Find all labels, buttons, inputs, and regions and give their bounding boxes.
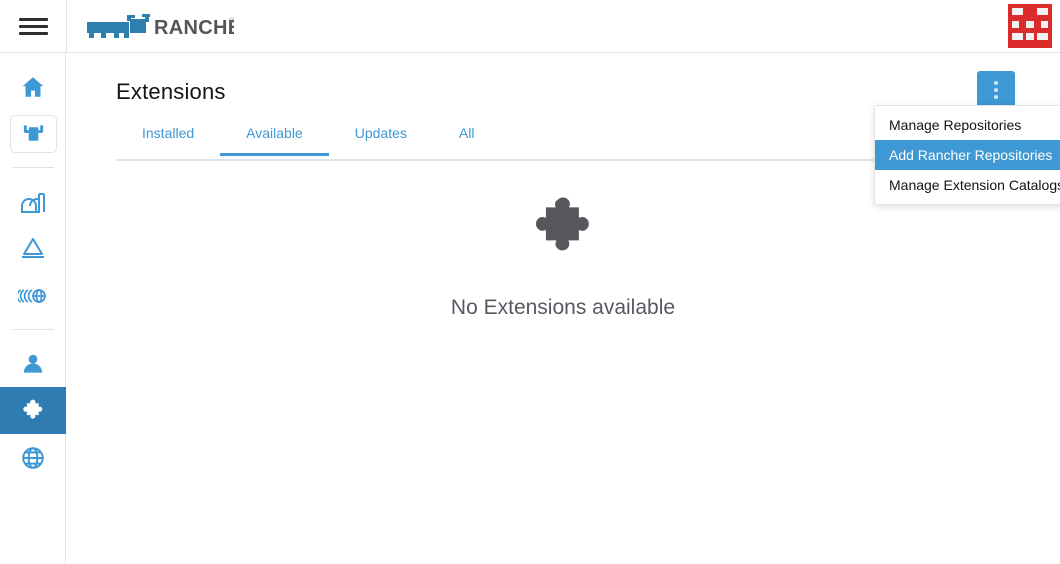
main-content: Extensions Installed Available Updates A… [66, 53, 1060, 564]
tab-available[interactable]: Available [220, 121, 329, 156]
sidebar-item-service-mesh[interactable] [0, 272, 66, 319]
hamburger-icon [19, 14, 48, 39]
sidebar-item-continuous-delivery[interactable] [0, 178, 66, 225]
tab-installed[interactable]: Installed [116, 121, 220, 156]
user-icon [20, 351, 46, 377]
globe-icon [20, 445, 46, 471]
tab-updates[interactable]: Updates [329, 121, 433, 156]
puzzle-piece-icon [20, 398, 46, 424]
svg-text:RANCHER: RANCHER [154, 17, 234, 39]
rancher-logo-icon: RANCHER ® [86, 12, 234, 40]
sidebar-item-users-authentication[interactable] [0, 340, 66, 387]
mesh-globe-icon [18, 285, 48, 307]
home-icon [20, 74, 46, 100]
cluster-bull-head-icon [21, 123, 46, 145]
vertical-dots-icon [994, 88, 998, 92]
vertical-dots-icon [994, 81, 998, 85]
vertical-dots-icon [994, 95, 998, 99]
menu-item-manage-extension-catalogs[interactable]: Manage Extension Catalogs [875, 170, 1060, 200]
actions-kebab-button[interactable] [977, 71, 1015, 109]
tab-all[interactable]: All [433, 121, 501, 156]
menu-item-add-rancher-repositories[interactable]: Add Rancher Repositories [875, 140, 1060, 170]
page-title: Extensions [116, 79, 226, 105]
puzzle-piece-icon [527, 193, 599, 265]
left-navigation-sidebar [0, 53, 66, 564]
sidebar-item-cluster[interactable] [0, 110, 66, 157]
empty-state: No Extensions available [66, 193, 1060, 320]
actions-dropdown-menu: Manage Repositories Add Rancher Reposito… [874, 105, 1060, 205]
suse-grid-logo-icon[interactable] [1008, 4, 1052, 48]
sidebar-item-global-settings[interactable] [0, 434, 66, 481]
empty-state-message: No Extensions available [451, 296, 675, 320]
continuous-delivery-icon [19, 188, 47, 216]
svg-text:®: ® [229, 17, 234, 25]
rancher-brand-logo[interactable]: RANCHER ® [67, 12, 234, 40]
hamburger-menu-button[interactable] [0, 0, 66, 52]
sidebar-item-cluster-management[interactable] [0, 225, 66, 272]
sidebar-item-home[interactable] [0, 63, 66, 110]
rancher-extensions-page: RANCHER ® [0, 0, 1060, 564]
menu-item-manage-repositories[interactable]: Manage Repositories [875, 110, 1060, 140]
sidebar-item-extensions[interactable] [0, 387, 66, 434]
sailboat-fleet-icon [19, 235, 47, 263]
empty-state-icon-wrap [527, 193, 599, 270]
top-header: RANCHER ® [0, 0, 1060, 53]
